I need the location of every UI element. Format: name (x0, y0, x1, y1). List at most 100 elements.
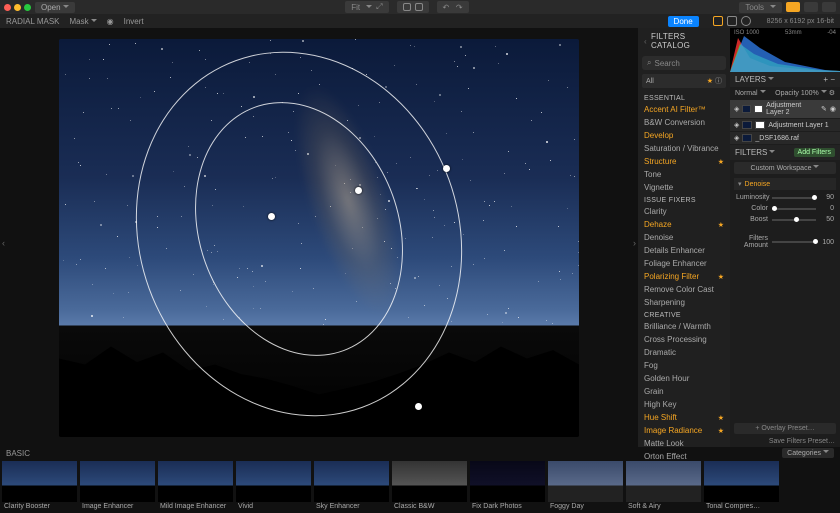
layer-row[interactable]: ◈_DSF1686.raf (730, 132, 840, 144)
mask-center-handle[interactable] (355, 187, 362, 194)
catalog-filter-item[interactable]: Remove Color Cast (638, 283, 730, 296)
traffic-lights (4, 4, 31, 11)
histogram-toggle-icon[interactable] (713, 16, 723, 26)
preset-thumb[interactable]: Fix Dark Photos (470, 461, 545, 511)
slider-value: 0 (820, 205, 834, 212)
invert-button[interactable]: Invert (124, 17, 144, 26)
catalog-section-header: ESSENTIAL (638, 92, 730, 103)
preset-thumb[interactable]: Clarity Booster (2, 461, 77, 511)
share-icon[interactable] (822, 2, 836, 12)
opacity-value[interactable]: 100% (801, 90, 827, 97)
zoom-window-icon[interactable] (24, 4, 31, 11)
preset-thumb[interactable]: Mild Image Enhancer (158, 461, 233, 511)
filters-header[interactable]: FILTERS (735, 148, 775, 157)
mask-visibility-icon[interactable]: ◉ (107, 17, 114, 26)
zoom-dropdown[interactable]: Fit⤢ (345, 1, 388, 13)
catalog-filter-item[interactable]: Brilliance / Warmth (638, 320, 730, 333)
help-icon[interactable] (741, 16, 751, 26)
layer-row[interactable]: ◈Adjustment Layer 2✎◉ (730, 100, 840, 118)
done-button[interactable]: Done (668, 16, 699, 27)
workspace-dropdown[interactable]: Custom Workspace (734, 162, 836, 174)
catalog-filter-item[interactable]: Vignette (638, 181, 730, 194)
undo-redo[interactable]: ↶ ↷ (437, 1, 469, 13)
visibility-icon[interactable]: ◈ (734, 105, 739, 113)
info-icon[interactable]: ⓘ (715, 78, 722, 85)
save-preset-button[interactable]: Save Filters Preset… (730, 436, 840, 447)
filter-group-denoise[interactable]: ▾ Denoise (734, 178, 836, 190)
histogram[interactable]: ISO 1000 53mm -04 (730, 28, 840, 72)
presets-categories-dropdown[interactable]: Categories (782, 448, 834, 458)
preset-thumb[interactable]: Tonal Compres… (704, 461, 779, 511)
close-window-icon[interactable] (4, 4, 11, 11)
eye-icon[interactable]: ◉ (830, 105, 836, 113)
mask-handle-bottom[interactable] (415, 403, 422, 410)
panel-toggle-icon[interactable] (786, 2, 800, 12)
catalog-filter-item[interactable]: Golden Hour (638, 372, 730, 385)
preset-thumb[interactable]: Classic B&W (392, 461, 467, 511)
layer-settings-icon[interactable]: ⚙ (829, 90, 835, 97)
layer-row[interactable]: ◈Adjustment Layer 1 (730, 119, 840, 131)
filter-group-label: Denoise (745, 181, 771, 188)
catalog-filter-item[interactable]: Polarizing Filter★ (638, 270, 730, 283)
catalog-filter-item[interactable]: Saturation / Vibrance (638, 142, 730, 155)
catalog-filter-item[interactable]: Grain (638, 385, 730, 398)
preset-thumb[interactable]: Soft & Airy (626, 461, 701, 511)
preset-thumb[interactable]: Image Enhancer (80, 461, 155, 511)
image-canvas[interactable] (59, 39, 579, 437)
catalog-filter-item[interactable]: Dehaze★ (638, 218, 730, 231)
catalog-filter-item[interactable]: Develop (638, 129, 730, 142)
filters-amount-slider[interactable]: Filters Amount 100 (730, 233, 840, 251)
layers-header[interactable]: LAYERS (735, 75, 774, 84)
mask-mode-title: RADIAL MASK (6, 17, 60, 26)
overlay-preset-button[interactable]: + Overlay Preset… (734, 423, 836, 434)
catalog-filter-item[interactable]: Sharpening (638, 296, 730, 309)
preset-label: Foggy Day (548, 502, 623, 511)
catalog-filter-item[interactable]: Clarity (638, 205, 730, 218)
tools-menu[interactable]: Tools (739, 2, 782, 13)
filter-slider[interactable]: Luminosity90 (730, 192, 840, 203)
blend-mode-dropdown[interactable]: Normal (735, 89, 766, 97)
open-menu[interactable]: Open (35, 2, 75, 13)
catalog-filter-item[interactable]: Foliage Enhancer (638, 257, 730, 270)
collapse-left-icon[interactable]: ‹ (2, 238, 5, 248)
compare-toggle[interactable] (397, 1, 429, 13)
preset-thumb[interactable]: Foggy Day (548, 461, 623, 511)
catalog-filter-item[interactable]: Tone (638, 168, 730, 181)
favorite-filter-icon[interactable]: ★ (707, 78, 713, 85)
catalog-search[interactable]: ⌕ Search (642, 56, 726, 70)
mask-dropdown[interactable]: Mask (70, 17, 97, 26)
catalog-filter-item[interactable]: Hue Shift★ (638, 411, 730, 424)
visibility-icon[interactable]: ◈ (734, 121, 739, 129)
panel-toggle-2-icon[interactable] (804, 2, 818, 12)
catalog-filter-item[interactable]: High Key (638, 398, 730, 411)
catalog-filter-item[interactable]: Details Enhancer (638, 244, 730, 257)
catalog-filter-item[interactable]: Cross Processing (638, 333, 730, 346)
preset-label: Tonal Compres… (704, 502, 779, 511)
preset-label: Clarity Booster (2, 502, 77, 511)
catalog-filter-item[interactable]: Fog (638, 359, 730, 372)
presets-strip: BASIC Categories Clarity BoosterImage En… (0, 447, 840, 513)
collapse-right-icon[interactable]: › (633, 238, 636, 248)
visibility-icon[interactable]: ◈ (734, 134, 739, 142)
catalog-section-header: ISSUE FIXERS (638, 194, 730, 205)
collapse-catalog-icon[interactable]: ‹ (644, 37, 647, 46)
catalog-filter-item[interactable]: B&W Conversion (638, 116, 730, 129)
info-toggle-icon[interactable] (727, 16, 737, 26)
mask-handle-left[interactable] (268, 213, 275, 220)
add-layer-icon[interactable]: + (823, 75, 828, 84)
catalog-filter-item[interactable]: Denoise (638, 231, 730, 244)
brush-icon[interactable]: ✎ (821, 105, 827, 113)
filter-slider[interactable]: Boost50 (730, 214, 840, 225)
catalog-filter-item[interactable]: Dramatic (638, 346, 730, 359)
minimize-window-icon[interactable] (14, 4, 21, 11)
preset-thumb[interactable]: Sky Enhancer (314, 461, 389, 511)
add-filters-button[interactable]: Add Filters (794, 148, 835, 157)
catalog-filter-item[interactable]: Structure★ (638, 155, 730, 168)
catalog-filter-item[interactable]: Accent AI Filter™ (638, 103, 730, 116)
delete-layer-icon[interactable]: − (830, 75, 835, 84)
catalog-category-selector[interactable]: All ★ ⓘ (642, 74, 726, 88)
mask-handle-right[interactable] (443, 165, 450, 172)
filter-slider[interactable]: Color0 (730, 203, 840, 214)
catalog-filter-item[interactable]: Image Radiance★ (638, 424, 730, 437)
preset-thumb[interactable]: Vivid (236, 461, 311, 511)
